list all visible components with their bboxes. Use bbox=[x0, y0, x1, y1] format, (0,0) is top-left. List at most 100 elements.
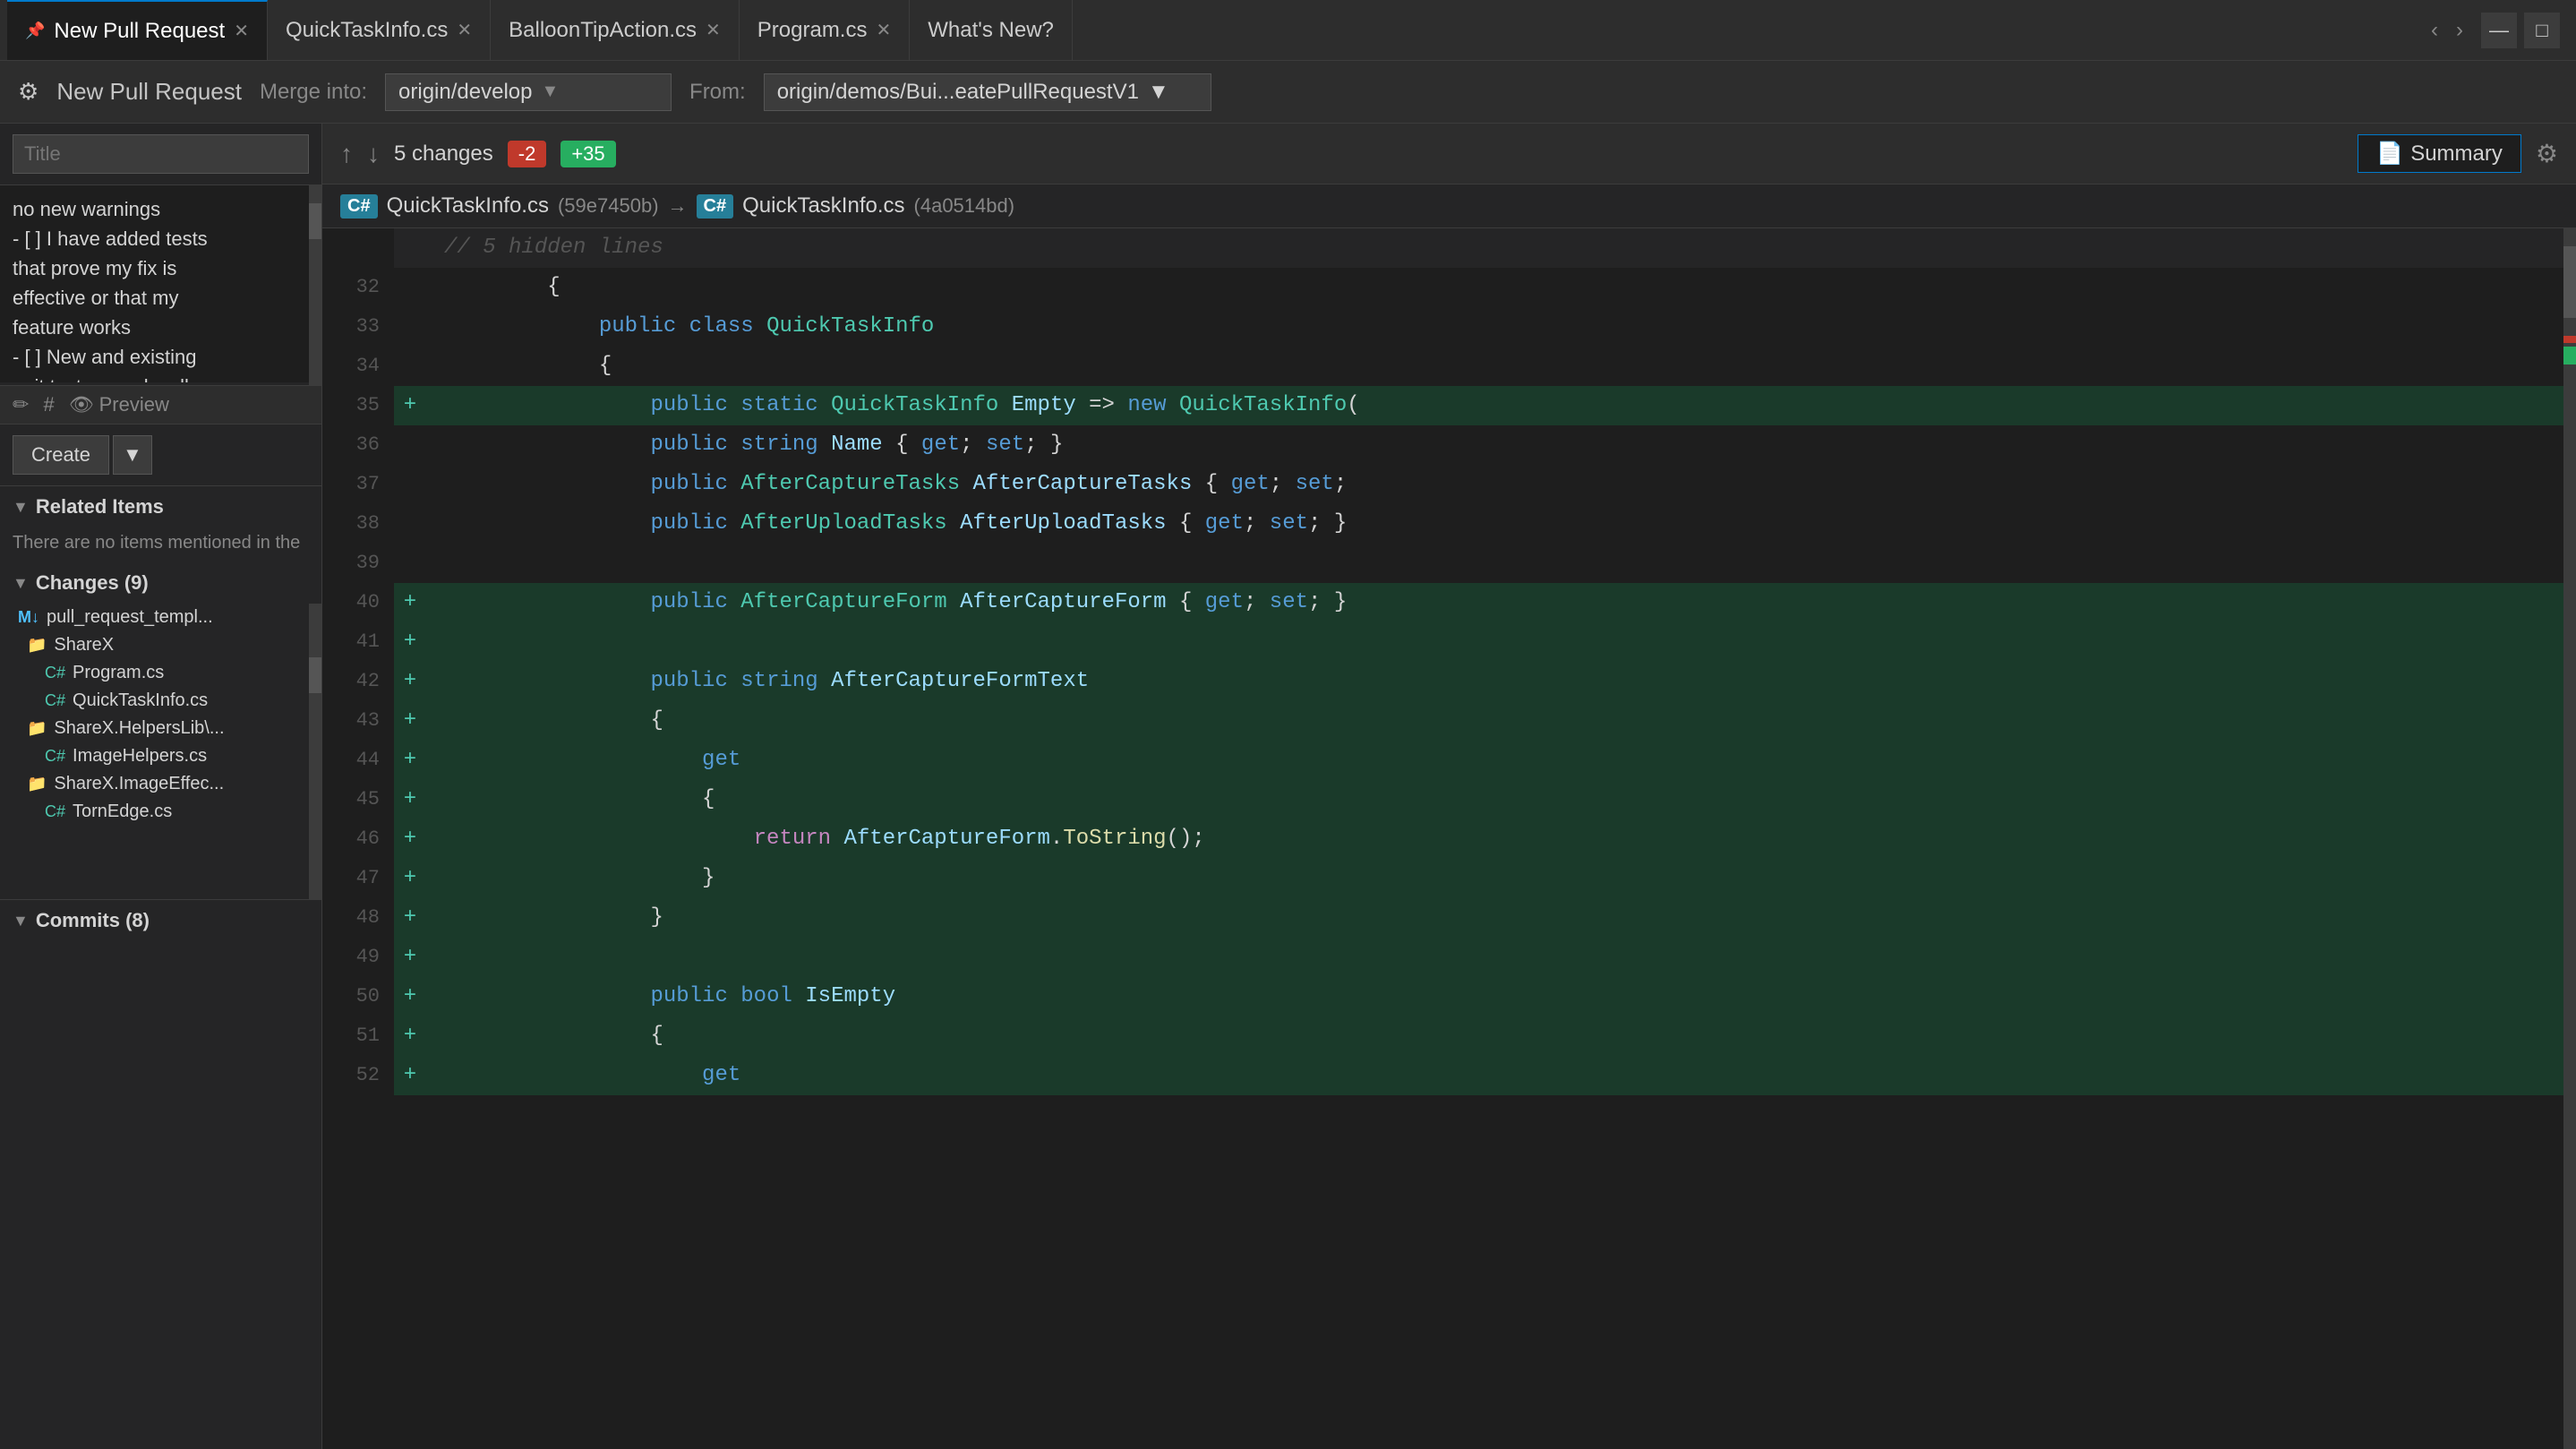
merge-into-dropdown[interactable]: origin/develop ▼ bbox=[385, 73, 672, 111]
preview-label: Preview bbox=[99, 393, 169, 416]
tab-program[interactable]: Program.cs ✕ bbox=[740, 0, 910, 60]
diff-nav-down-button[interactable]: ↓ bbox=[367, 140, 380, 168]
line-number: 51 bbox=[322, 1016, 394, 1056]
preview-btn[interactable]: 👁 Preview bbox=[69, 393, 169, 416]
diff-toolbar: ↑ ↓ 5 changes -2 +35 📄 Summary ⚙ bbox=[322, 124, 2576, 184]
line-number: 37 bbox=[322, 465, 394, 504]
tree-item-imagehelpers-cs[interactable]: C# ImageHelpers.cs bbox=[0, 742, 309, 770]
tree-item-label: ShareX bbox=[54, 635, 114, 656]
summary-label: Summary bbox=[2410, 141, 2503, 167]
description-textarea[interactable]: no new warnings - [ ] I have added tests… bbox=[0, 185, 321, 382]
editor-toolbar: ✏ # 👁 Preview bbox=[0, 386, 321, 424]
diff-line-44: 44 + get bbox=[322, 741, 2563, 780]
summary-button[interactable]: 📄 Summary bbox=[2358, 134, 2521, 173]
create-dropdown-button[interactable]: ▼ bbox=[113, 435, 152, 475]
related-items-content: There are no items mentioned in the bbox=[0, 527, 321, 562]
tree-item-sharex-folder[interactable]: 📁 ShareX bbox=[0, 631, 309, 659]
related-items-chevron-icon: ▼ bbox=[13, 498, 29, 517]
tab-quicktaskinfo[interactable]: QuickTaskInfo.cs ✕ bbox=[268, 0, 491, 60]
line-number: 35 bbox=[322, 386, 394, 425]
related-items-header[interactable]: ▼ Related Items bbox=[0, 486, 321, 527]
diff-line-45: 45 + { bbox=[322, 780, 2563, 819]
line-sign: + bbox=[394, 859, 426, 898]
diff-line-47: 47 + } bbox=[322, 859, 2563, 898]
tree-item-quicktaskinfo-cs[interactable]: C# QuickTaskInfo.cs bbox=[0, 687, 309, 715]
diff-line-33: 33 public class QuickTaskInfo bbox=[322, 307, 2563, 347]
hashtag-btn[interactable]: # bbox=[43, 393, 54, 416]
close-icon[interactable]: ✕ bbox=[457, 19, 472, 41]
related-items-label: Related Items bbox=[36, 495, 164, 519]
title-input-row bbox=[0, 124, 321, 185]
line-code: { bbox=[426, 701, 2563, 741]
title-input[interactable] bbox=[13, 134, 309, 174]
close-icon[interactable]: ✕ bbox=[876, 19, 891, 41]
line-code: public AfterUploadTasks AfterUploadTasks… bbox=[426, 504, 2563, 544]
desc-scrollbar[interactable] bbox=[309, 185, 321, 385]
from-dropdown[interactable]: origin/demos/Bui...eatePullRequestV1 ▼ bbox=[764, 73, 1211, 111]
create-button[interactable]: Create bbox=[13, 435, 109, 475]
line-number: 38 bbox=[322, 504, 394, 544]
close-icon[interactable]: ✕ bbox=[706, 19, 721, 41]
diff-line-38: 38 public AfterUploadTasks AfterUploadTa… bbox=[322, 504, 2563, 544]
minimize-button[interactable]: — bbox=[2481, 13, 2517, 48]
create-row: Create ▼ bbox=[0, 424, 321, 486]
line-code: } bbox=[426, 859, 2563, 898]
tab-label: QuickTaskInfo.cs bbox=[286, 18, 448, 43]
diff-line-46: 46 + return AfterCaptureForm.ToString(); bbox=[322, 819, 2563, 859]
tree-item-label: TornEdge.cs bbox=[73, 802, 172, 822]
tab-whats-new[interactable]: What's New? bbox=[910, 0, 1073, 60]
line-number: 39 bbox=[322, 544, 394, 583]
diff-settings-button[interactable]: ⚙ bbox=[2536, 139, 2558, 168]
line-number: 41 bbox=[322, 622, 394, 662]
diff-nav-up-button[interactable]: ↑ bbox=[340, 140, 353, 168]
tab-scroll-right[interactable]: › bbox=[2447, 18, 2472, 43]
commits-header[interactable]: ▼ Commits (8) bbox=[0, 900, 321, 941]
diff-line-41: 41 + bbox=[322, 622, 2563, 662]
cs-file-icon: C# bbox=[45, 747, 65, 766]
tab-balloontipaction[interactable]: BalloonTipAction.cs ✕ bbox=[491, 0, 740, 60]
maximize-button[interactable]: □ bbox=[2524, 13, 2560, 48]
diff-lines-wrapper: // 5 hidden lines 32 { 33 public class bbox=[322, 228, 2563, 1449]
line-code: // 5 hidden lines bbox=[426, 228, 2563, 268]
right-panel: ↑ ↓ 5 changes -2 +35 📄 Summary ⚙ C# Quic… bbox=[322, 124, 2576, 1449]
left-panel: no new warnings - [ ] I have added tests… bbox=[0, 124, 322, 1449]
tree-scrollbar[interactable] bbox=[309, 604, 321, 899]
tree-scrollbar-thumb bbox=[309, 657, 321, 693]
diff-scrollbar-thumb bbox=[2563, 246, 2576, 318]
tab-bar: 📌 New Pull Request ✕ QuickTaskInfo.cs ✕ … bbox=[0, 0, 2576, 61]
toolbar-title: New Pull Request bbox=[56, 78, 242, 106]
from-value: origin/demos/Bui...eatePullRequestV1 bbox=[777, 80, 1139, 105]
line-number: 50 bbox=[322, 977, 394, 1016]
line-number: 34 bbox=[322, 347, 394, 386]
line-number bbox=[322, 228, 394, 268]
line-sign bbox=[394, 544, 426, 583]
commits-label: Commits (8) bbox=[36, 909, 150, 932]
diff-line-52: 52 + get bbox=[322, 1056, 2563, 1095]
line-sign bbox=[394, 347, 426, 386]
line-number: 47 bbox=[322, 859, 394, 898]
line-code: get bbox=[426, 741, 2563, 780]
md-file-icon: M↓ bbox=[18, 608, 39, 627]
tree-item-program-cs[interactable]: C# Program.cs bbox=[0, 659, 309, 687]
tree-item-label: ImageHelpers.cs bbox=[73, 746, 207, 767]
cs-file-icon: C# bbox=[45, 802, 65, 821]
close-icon[interactable]: ✕ bbox=[234, 20, 249, 42]
tree-item-imageeffec-folder[interactable]: 📁 ShareX.ImageEffec... bbox=[0, 770, 309, 798]
line-sign: + bbox=[394, 898, 426, 938]
line-sign bbox=[394, 465, 426, 504]
line-number: 33 bbox=[322, 307, 394, 347]
line-number: 32 bbox=[322, 268, 394, 307]
tree-item-pull-request-template[interactable]: M↓ pull_request_templ... bbox=[0, 604, 309, 631]
tab-scroll-left[interactable]: ‹ bbox=[2422, 18, 2447, 43]
line-number: 52 bbox=[322, 1056, 394, 1095]
diff-vertical-scrollbar[interactable] bbox=[2563, 228, 2576, 1449]
edit-btn[interactable]: ✏ bbox=[13, 393, 29, 416]
line-code: { bbox=[426, 1016, 2563, 1056]
tab-label: BalloonTipAction.cs bbox=[509, 18, 697, 43]
tab-label: New Pull Request bbox=[54, 19, 225, 44]
tree-item-tornedge-cs[interactable]: C# TornEdge.cs bbox=[0, 798, 309, 826]
diff-changes-count: 5 changes bbox=[394, 141, 493, 167]
tab-new-pull-request[interactable]: 📌 New Pull Request ✕ bbox=[7, 0, 268, 60]
tree-item-helperslib-folder[interactable]: 📁 ShareX.HelpersLib\... bbox=[0, 715, 309, 742]
changes-header[interactable]: ▼ Changes (9) bbox=[0, 562, 321, 604]
